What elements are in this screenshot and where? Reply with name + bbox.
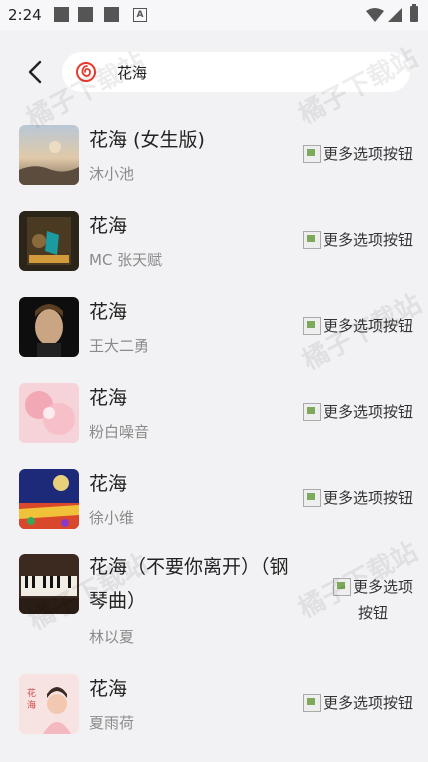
font-notification-icon: A <box>133 8 147 22</box>
broken-image-icon <box>303 231 321 249</box>
status-time: 2:24 <box>8 6 42 24</box>
more-options-button[interactable]: 更多选项按钮 <box>303 485 413 511</box>
song-title: 花海 <box>89 215 128 237</box>
song-title: 花海（不要你离开）（钢 <box>89 556 289 578</box>
more-options-button[interactable]: 更多选项按钮 <box>303 313 413 339</box>
song-artist: 沐小池 <box>89 165 135 183</box>
notification-icon <box>104 7 119 22</box>
song-title: 花海 <box>89 473 128 495</box>
list-item[interactable]: 花海 (女生版) 沐小池 更多选项按钮 <box>0 112 428 198</box>
song-title: 花海 <box>89 301 128 323</box>
more-options-button[interactable]: 更多选项按钮 <box>303 227 413 253</box>
album-cover <box>19 297 79 357</box>
list-item[interactable]: 花海 粉白噪音 更多选项按钮 <box>0 370 428 456</box>
notification-icon <box>54 7 69 22</box>
more-options-button[interactable]: 更多选项按钮 <box>303 141 413 167</box>
song-artist: 林以夏 <box>89 628 135 646</box>
svg-text:海: 海 <box>27 699 36 711</box>
svg-text:花: 花 <box>27 687 36 699</box>
broken-image-icon <box>303 317 321 335</box>
song-title: 花海 <box>89 387 128 409</box>
song-artist: 粉白噪音 <box>89 423 150 441</box>
album-cover <box>19 125 79 185</box>
battery-icon <box>410 4 418 22</box>
song-artist: MC 张天赋 <box>89 251 163 269</box>
song-artist: 王大二勇 <box>89 337 150 355</box>
search-input[interactable]: 花海 <box>62 52 410 92</box>
back-button[interactable] <box>20 56 50 88</box>
notification-icon <box>78 7 93 22</box>
broken-image-icon <box>303 489 321 507</box>
more-options-button[interactable]: 更多选项按钮 <box>303 399 413 425</box>
album-cover <box>19 383 79 443</box>
song-title-continued: 琴曲） <box>89 590 147 612</box>
song-title: 花海 <box>89 678 128 700</box>
list-item[interactable]: 花海 王大二勇 更多选项按钮 <box>0 284 428 370</box>
netease-music-logo-icon <box>76 62 96 82</box>
more-options-button[interactable]: 更多选项按钮 <box>303 690 413 716</box>
album-cover: 花海 <box>19 674 79 734</box>
song-artist: 徐小维 <box>89 509 135 527</box>
wifi-icon <box>366 8 384 22</box>
album-cover <box>19 469 79 529</box>
list-item[interactable]: 花海 花海 夏雨荷 更多选项按钮 <box>0 660 428 746</box>
broken-image-icon <box>303 694 321 712</box>
broken-image-icon <box>303 145 321 163</box>
status-bar: 2:24 A <box>0 0 428 30</box>
broken-image-icon <box>303 403 321 421</box>
list-item[interactable]: 花海 徐小维 更多选项按钮 <box>0 456 428 542</box>
song-title: 花海 (女生版) <box>89 129 205 151</box>
album-cover <box>19 211 79 271</box>
search-query-text: 花海 <box>117 64 148 82</box>
song-artist: 夏雨荷 <box>89 714 135 732</box>
signal-icon <box>388 8 402 22</box>
broken-image-icon <box>332 578 351 596</box>
list-item[interactable]: 花海 MC 张天赋 更多选项按钮 <box>0 198 428 284</box>
more-options-button[interactable]: 更多选项 按钮 <box>327 574 419 626</box>
album-cover <box>19 554 79 614</box>
